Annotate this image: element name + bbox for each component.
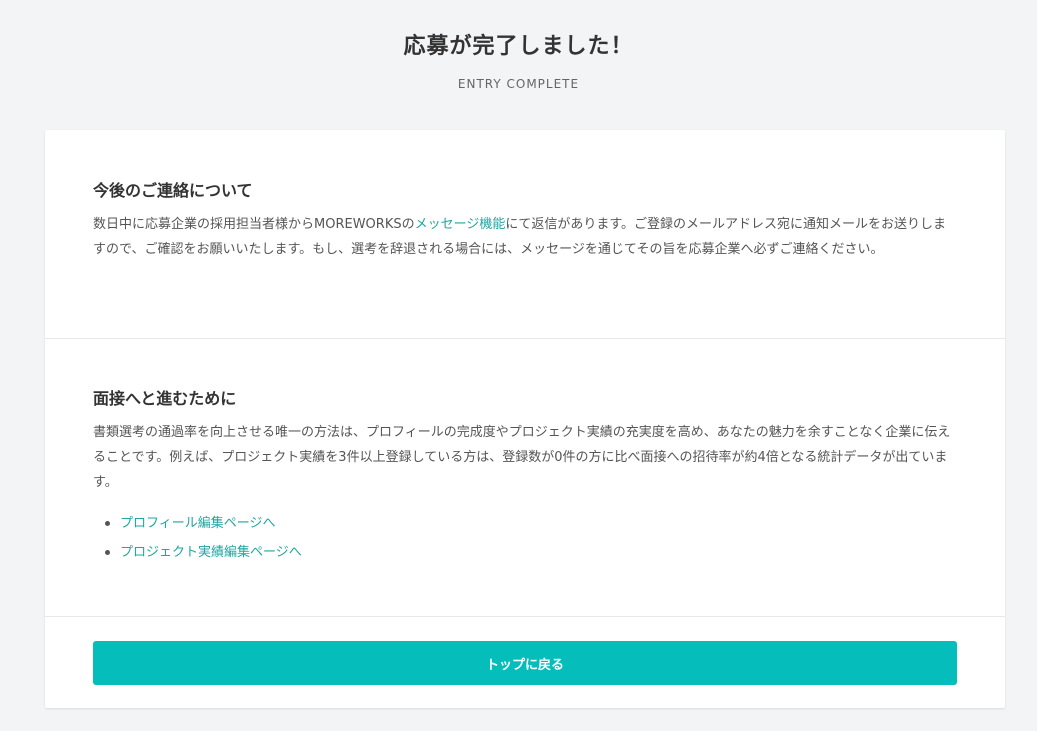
contact-section-body: 数日中に応募企業の採用担当者様からMOREWORKSのメッセージ機能にて返信があ…	[93, 212, 957, 262]
section-divider	[45, 616, 1005, 617]
bullet-icon	[105, 521, 110, 526]
project-edit-link[interactable]: プロジェクト実績編集ページへ	[120, 538, 302, 567]
page-subtitle: ENTRY COMPLETE	[457, 77, 580, 91]
contact-body-text-before: 数日中に応募企業の採用担当者様からMOREWORKSの	[93, 217, 415, 232]
list-item: プロジェクト実績編集ページへ	[93, 538, 957, 567]
page-header: 応募が完了しました！ ENTRY COMPLETE	[0, 0, 1037, 92]
section-divider	[45, 338, 1005, 339]
message-feature-link[interactable]: メッセージ機能	[415, 217, 506, 232]
edit-links-list: プロフィール編集ページへ プロジェクト実績編集ページへ	[93, 509, 957, 567]
interview-section-heading: 面接へと進むために	[93, 389, 237, 408]
profile-edit-link[interactable]: プロフィール編集ページへ	[120, 509, 275, 538]
list-item: プロフィール編集ページへ	[93, 509, 957, 538]
contact-section-heading: 今後のご連絡について	[93, 181, 253, 200]
page-title: 応募が完了しました！	[403, 34, 634, 59]
entry-complete-card: 今後のご連絡について 数日中に応募企業の採用担当者様からMOREWORKSのメッ…	[45, 130, 1005, 708]
interview-section: 面接へと進むために 書類選考の通過率を向上させる唯一の方法は、プロフィールの完成…	[45, 388, 1005, 567]
bullet-icon	[105, 550, 110, 555]
interview-section-body: 書類選考の通過率を向上させる唯一の方法は、プロフィールの完成度やプロジェクト実績…	[93, 425, 951, 490]
back-to-top-button[interactable]: トップに戻る	[93, 641, 957, 685]
contact-section: 今後のご連絡について 数日中に応募企業の採用担当者様からMOREWORKSのメッ…	[45, 180, 1005, 262]
